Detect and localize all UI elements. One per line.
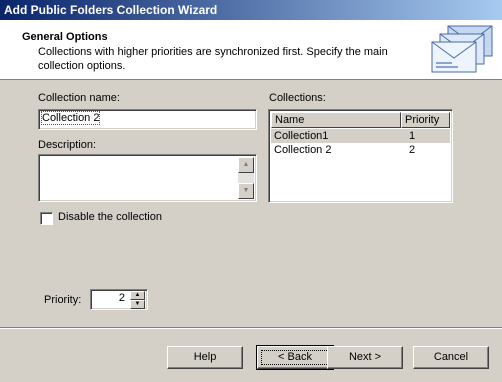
back-button[interactable]: < Back — [256, 345, 334, 370]
priority-label: Priority: — [44, 294, 82, 306]
title-bar: Add Public Folders Collection Wizard — [0, 0, 502, 20]
help-button[interactable]: Help — [167, 346, 243, 369]
header-subtitle: Collections with higher priorities are s… — [38, 46, 388, 72]
focus-rectangle — [261, 350, 329, 365]
column-header-priority[interactable]: Priority — [401, 112, 450, 128]
next-button[interactable]: Next > — [327, 346, 403, 369]
wizard-header: General Options Collections with higher … — [0, 20, 502, 80]
list-item-priority: 1 — [409, 130, 416, 142]
list-item[interactable]: Collection1 1 — [271, 129, 450, 143]
list-item-name: Collection 2 — [274, 144, 332, 156]
priority-value: 2 — [118, 292, 125, 304]
scroll-up-icon[interactable]: ▲ — [238, 157, 254, 173]
column-header-name[interactable]: Name — [271, 112, 401, 128]
description-label: Description: — [38, 139, 97, 151]
list-item[interactable]: Collection 2 2 — [271, 143, 450, 157]
collection-name-input[interactable]: Collection 2 — [38, 109, 257, 130]
window-title: Add Public Folders Collection Wizard — [4, 3, 218, 17]
spin-down-icon[interactable]: ▼ — [130, 300, 145, 309]
priority-spinbox[interactable]: 2 ▲ ▼ — [90, 289, 148, 310]
header-title: General Options — [22, 31, 108, 43]
collection-name-label: Collection name: — [38, 92, 120, 104]
spin-up-icon[interactable]: ▲ — [130, 291, 145, 300]
list-item-priority: 2 — [409, 144, 416, 156]
bottom-separator — [0, 327, 502, 329]
description-textarea[interactable]: ▲ ▼ — [38, 154, 257, 202]
list-item-name: Collection1 — [274, 130, 329, 142]
description-scrollbar[interactable]: ▲ ▼ — [238, 157, 254, 199]
collections-label: Collections: — [269, 92, 326, 104]
scroll-down-icon[interactable]: ▼ — [238, 183, 254, 199]
collection-name-value: Collection 2 — [40, 111, 101, 125]
cancel-button[interactable]: Cancel — [413, 346, 489, 369]
envelopes-icon — [431, 25, 493, 73]
disable-collection-checkbox[interactable] — [40, 212, 53, 225]
disable-collection-label[interactable]: Disable the collection — [58, 211, 162, 223]
collections-listview[interactable]: Name Priority Collection1 1 Collection 2… — [268, 109, 453, 203]
